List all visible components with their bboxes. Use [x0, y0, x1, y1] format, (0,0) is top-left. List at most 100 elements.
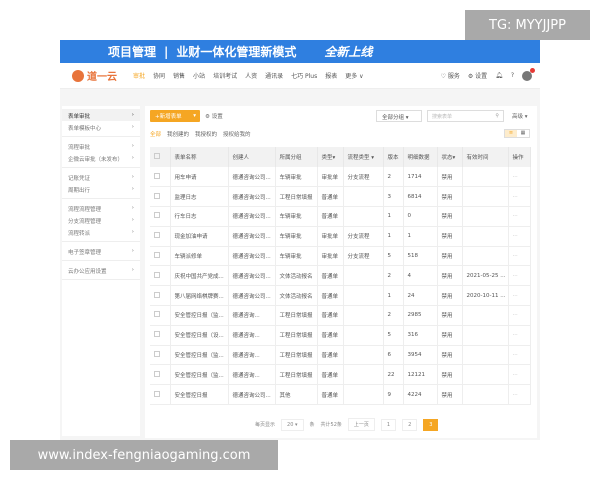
nav-item[interactable]: 通讯录 [265, 71, 283, 80]
per-page-select[interactable]: 20 ▾ [281, 418, 304, 431]
more-actions-button[interactable]: ··· [508, 285, 531, 307]
column-header[interactable]: 状态▾ [437, 147, 463, 167]
settings-button[interactable]: ⚙ 设置 [205, 112, 223, 120]
row-checkbox[interactable] [150, 186, 171, 208]
column-header[interactable]: 版本 [383, 147, 404, 167]
nav-item[interactable]: 培训考试 [213, 71, 237, 80]
more-actions-button[interactable]: ··· [508, 186, 531, 208]
nav-item[interactable]: 更多 ∨ [345, 71, 363, 80]
more-actions-button[interactable]: ··· [508, 226, 531, 247]
table-row[interactable]: 庆祝中国共产党成... 德通咨询公司... 文体活动报名 普通单 2 4 禁用 2021-05… [150, 265, 531, 287]
filter-tab[interactable]: 全部 [150, 130, 161, 138]
table-cell[interactable]: 安全管控日报（监... [170, 364, 229, 386]
view-toggle[interactable]: ≡ ▦ [504, 129, 530, 138]
table-cell[interactable]: 监理日志 [170, 186, 229, 208]
row-checkbox[interactable] [150, 285, 171, 307]
page-button[interactable]: 1 [380, 418, 397, 431]
row-checkbox[interactable] [150, 345, 171, 366]
promo-banner[interactable]: 项目管理 | 业财一体化管理新模式 全新上线 [60, 40, 540, 63]
nav-item[interactable]: 审批 [133, 71, 145, 80]
new-form-button[interactable]: +新增表单 ▾ [150, 110, 200, 122]
column-header[interactable]: 明细数据 [403, 147, 438, 167]
avatar[interactable] [522, 67, 535, 81]
sidebar-item[interactable]: 企微云审批（未发布） › [62, 152, 140, 164]
search-icon[interactable]: ⚲ [495, 113, 499, 119]
column-header[interactable]: 创建人 [228, 147, 276, 167]
sidebar-item[interactable]: 流程审批 › [62, 140, 140, 152]
table-cell[interactable]: 第八届网络棋牌赛... [170, 285, 229, 307]
settings-link[interactable]: ⚙ 设置 [468, 71, 487, 80]
nav-item[interactable]: 七巧 Plus [291, 71, 317, 80]
table-row[interactable]: 监理日志 德通咨询公司... 工程日常填报 普通单 3 6814 禁用 ··· [150, 186, 531, 208]
table-cell[interactable]: 现金加油申请 [170, 226, 229, 247]
table-row[interactable]: 用车申请 德通咨询公司... 车辆审批 审批单 分支流程 2 1714 禁用 ··· [150, 167, 531, 188]
table-row[interactable]: 安全管控日报（监... 德通咨询... 工程日常填报 普通单 6 3954 禁用 ··· [150, 345, 531, 366]
filter-tab[interactable]: 授权给我的 [223, 130, 251, 138]
more-actions-button[interactable]: ··· [508, 345, 531, 366]
table-cell[interactable]: 行车日志 [170, 206, 229, 227]
list-view-icon[interactable]: ≡ [505, 130, 517, 137]
table-cell[interactable]: 车辆派修单 [170, 246, 229, 267]
grid-view-icon[interactable]: ▦ [517, 130, 529, 137]
sidebar-item[interactable]: 表单模板中心 › [62, 121, 140, 133]
row-checkbox[interactable] [150, 265, 171, 287]
prev-page-button[interactable]: 上一页 [347, 418, 375, 431]
select-all-checkbox[interactable] [150, 147, 171, 167]
page-button[interactable]: 3 [423, 418, 439, 431]
search-input[interactable]: 搜索表单 ⚲ [427, 110, 504, 122]
nav-item[interactable]: 人资 [245, 71, 257, 80]
more-actions-button[interactable]: ··· [508, 364, 531, 386]
table-row[interactable]: 安全管控日报（监... 德通咨询... 工程日常填报 普通单 22 12121 禁用 ··· [150, 364, 531, 386]
table-cell[interactable]: 庆祝中国共产党成... [170, 265, 229, 287]
more-actions-button[interactable]: ··· [508, 265, 531, 287]
more-actions-button[interactable]: ··· [508, 167, 531, 188]
more-actions-button[interactable]: ··· [508, 384, 531, 406]
more-actions-button[interactable]: ··· [508, 206, 531, 227]
sidebar-item[interactable]: 流程流程管理 › [62, 202, 140, 214]
filter-tab[interactable]: 我创建的 [167, 130, 189, 138]
row-checkbox[interactable] [150, 226, 171, 247]
row-checkbox[interactable] [150, 305, 171, 326]
nav-item[interactable]: 报表 [325, 71, 337, 80]
more-actions-button[interactable]: ··· [508, 246, 531, 267]
table-cell[interactable]: 安全管控日报（设... [170, 325, 229, 346]
table-cell[interactable]: 安全管控日报（监... [170, 305, 229, 326]
more-actions-button[interactable]: ··· [508, 305, 531, 326]
row-checkbox[interactable] [150, 206, 171, 227]
advanced-button[interactable]: 高级 ▾ [512, 112, 528, 120]
column-header[interactable]: 所属分组 [275, 147, 318, 167]
table-cell[interactable]: 安全管控日报 [170, 384, 229, 406]
row-checkbox[interactable] [150, 384, 171, 406]
help-icon[interactable]: ? [511, 72, 514, 79]
table-row[interactable]: 现金加油申请 德通咨询公司... 车辆审批 审批单 分支流程 1 1 禁用 ··· [150, 226, 531, 247]
table-row[interactable]: 安全管控日报 德通咨询公司... 其他 普通单 9 4224 禁用 ··· [150, 384, 531, 406]
column-header[interactable]: 操作 [508, 147, 531, 167]
sidebar-item[interactable]: 电子签章管理 › [62, 245, 140, 257]
table-cell[interactable]: 安全管控日报（监... [170, 345, 229, 366]
sidebar-item[interactable]: 云办公应用设置 › [62, 264, 140, 276]
table-row[interactable]: 安全管控日报（设... 德通咨询... 工程日常填报 普通单 5 316 禁用 ··· [150, 325, 531, 346]
sidebar-item[interactable]: 流程转派 › [62, 226, 140, 238]
row-checkbox[interactable] [150, 246, 171, 267]
table-row[interactable]: 安全管控日报（监... 德通咨询... 工程日常填报 普通单 2 2985 禁用 ··· [150, 305, 531, 326]
chevron-down-icon[interactable]: ▾ [193, 113, 196, 119]
sidebar-item[interactable]: 周期出行 › [62, 183, 140, 195]
more-actions-button[interactable]: ··· [508, 325, 531, 346]
table-row[interactable]: 第八届网络棋牌赛... 德通咨询公司... 文体活动报名 普通单 1 24 禁用 2020-1… [150, 285, 531, 307]
sidebar-item[interactable]: 记账凭证 › [62, 171, 140, 183]
bell-icon[interactable]: 🔔︎ [495, 72, 503, 79]
nav-item[interactable]: 协同 [153, 71, 165, 80]
column-header[interactable]: 有效时间 [462, 147, 509, 167]
logo[interactable]: 道一云 [72, 68, 117, 83]
group-select[interactable]: 全部分组 ▾ [376, 110, 422, 122]
column-header[interactable]: 表单名称 [170, 147, 229, 167]
row-checkbox[interactable] [150, 325, 171, 346]
column-header[interactable]: 类型▾ [317, 147, 344, 167]
service-link[interactable]: ♡ 服务 [441, 71, 460, 80]
nav-item[interactable]: 小站 [193, 71, 205, 80]
row-checkbox[interactable] [150, 364, 171, 386]
nav-item[interactable]: 销售 [173, 71, 185, 80]
table-row[interactable]: 车辆派修单 德通咨询公司... 车辆审批 审批单 分支流程 5 518 禁用 ··· [150, 246, 531, 267]
sidebar-item[interactable]: 分支流程管理 › [62, 214, 140, 226]
page-button[interactable]: 2 [402, 418, 418, 431]
